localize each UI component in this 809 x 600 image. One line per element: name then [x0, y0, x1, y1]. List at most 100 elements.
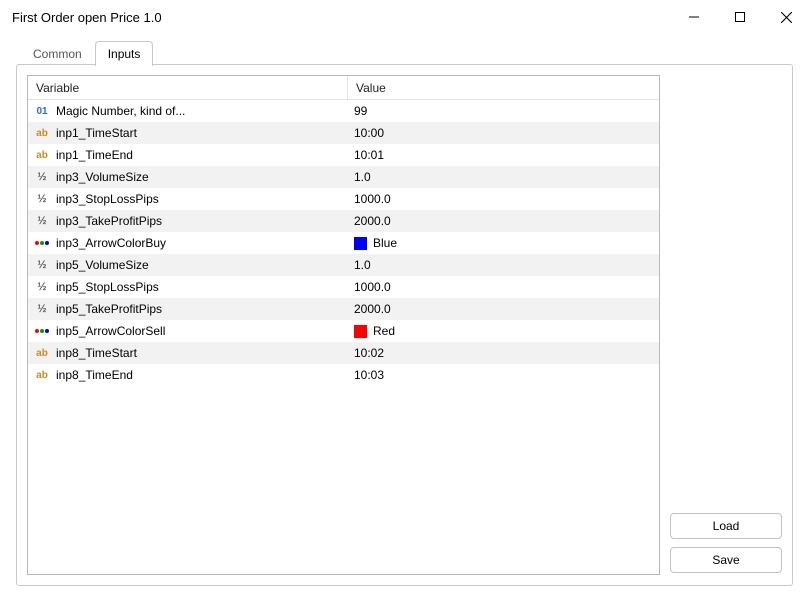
table-row[interactable]: inp5_ArrowColorSell Red: [28, 320, 659, 342]
variable-name: inp3_TakeProfitPips: [56, 214, 162, 228]
value-text: 99: [354, 104, 367, 118]
cell-variable: ab inp8_TimeEnd: [28, 364, 348, 386]
table-row[interactable]: ½ inp3_TakeProfitPips 2000.0: [28, 210, 659, 232]
value-text: 1000.0: [354, 280, 391, 294]
variable-name: inp3_ArrowColorBuy: [56, 236, 166, 250]
cell-value[interactable]: 2000.0: [348, 210, 659, 232]
cell-variable: ½inp3_StopLossPips: [28, 188, 348, 210]
table-row[interactable]: ab inp1_TimeEnd 10:01: [28, 144, 659, 166]
cell-value[interactable]: 1000.0: [348, 276, 659, 298]
variable-name: inp5_ArrowColorSell: [56, 324, 165, 338]
cell-value[interactable]: 1000.0: [348, 188, 659, 210]
type-double-icon: ½: [34, 302, 50, 316]
type-color-icon: [34, 236, 50, 250]
cell-variable: ½ inp5_VolumeSize: [28, 254, 348, 276]
client-area: Common Inputs Variable Value 01 Magic Num…: [0, 34, 809, 600]
color-swatch: [354, 237, 367, 250]
type-string-icon: ab: [34, 148, 50, 162]
table-header: Variable Value: [28, 76, 659, 100]
cell-value[interactable]: 1.0: [348, 166, 659, 188]
cell-value[interactable]: Blue: [348, 232, 659, 254]
variable-name: Magic Number, kind of...: [56, 104, 185, 118]
value-text: 10:03: [354, 368, 384, 382]
cell-value[interactable]: 10:01: [348, 144, 659, 166]
cell-value[interactable]: 10:02: [348, 342, 659, 364]
window: First Order open Price 1.0 Common Inputs…: [0, 0, 809, 600]
table-row[interactable]: 01 Magic Number, kind of... 99: [28, 100, 659, 122]
cell-value[interactable]: Red: [348, 320, 659, 342]
variable-name: inp5_TakeProfitPips: [56, 302, 162, 316]
cell-value[interactable]: 2000.0: [348, 298, 659, 320]
table-row[interactable]: ab inp8_TimeEnd 10:03: [28, 364, 659, 386]
close-button[interactable]: [763, 0, 809, 34]
value-text: 10:00: [354, 126, 384, 140]
variable-name: inp5_VolumeSize: [56, 258, 149, 272]
cell-variable: ab inp1_TimeStart: [28, 122, 348, 144]
titlebar: First Order open Price 1.0: [0, 0, 809, 34]
cell-variable: ½ inp5_TakeProfitPips: [28, 298, 348, 320]
variable-name: inp3_VolumeSize: [56, 170, 149, 184]
save-button[interactable]: Save: [670, 547, 782, 573]
table-row[interactable]: ½ inp5_VolumeSize 1.0: [28, 254, 659, 276]
table-row[interactable]: ½ inp5_TakeProfitPips 2000.0: [28, 298, 659, 320]
cell-variable: ½ inp3_VolumeSize: [28, 166, 348, 188]
value-text: 1000.0: [354, 192, 391, 206]
cell-value[interactable]: 10:03: [348, 364, 659, 386]
variable-name: inp8_TimeEnd: [56, 368, 133, 382]
table-row[interactable]: ½ inp3_VolumeSize 1.0: [28, 166, 659, 188]
inputs-table: Variable Value 01 Magic Number, kind of..…: [27, 75, 660, 575]
column-header-value[interactable]: Value: [348, 76, 659, 100]
tab-common[interactable]: Common: [20, 41, 95, 66]
type-color-icon: [34, 324, 50, 338]
type-double-icon: ½: [34, 280, 50, 294]
cell-value[interactable]: 1.0: [348, 254, 659, 276]
cell-variable: ½ inp5_StopLossPips: [28, 276, 348, 298]
cell-variable: ab inp8_TimeStart: [28, 342, 348, 364]
tab-page-inputs: Variable Value 01 Magic Number, kind of..…: [16, 64, 793, 586]
value-text: 10:01: [354, 148, 384, 162]
color-swatch: [354, 325, 367, 338]
type-double-icon: ½: [34, 258, 50, 272]
table-row[interactable]: ½ inp5_StopLossPips 1000.0: [28, 276, 659, 298]
table-row[interactable]: ab inp8_TimeStart 10:02: [28, 342, 659, 364]
type-int-icon: 01: [34, 104, 50, 118]
side-buttons: Load Save: [670, 75, 782, 575]
type-string-icon: ab: [34, 346, 50, 360]
type-double-icon: ½: [34, 170, 50, 184]
window-title: First Order open Price 1.0: [12, 10, 162, 25]
table-row[interactable]: inp3_ArrowColorBuy Blue: [28, 232, 659, 254]
variable-name: inp1_TimeStart: [56, 126, 137, 140]
cell-variable: inp3_ArrowColorBuy: [28, 232, 348, 254]
tab-strip: Common Inputs: [16, 40, 793, 65]
type-string-icon: ab: [34, 368, 50, 382]
value-text: Blue: [373, 236, 397, 250]
cell-value[interactable]: 10:00: [348, 122, 659, 144]
close-icon: [781, 12, 792, 23]
maximize-button[interactable]: [717, 0, 763, 34]
table-body: 01 Magic Number, kind of... 99 ab inp1_TimeS…: [28, 100, 659, 574]
minimize-button[interactable]: [671, 0, 717, 34]
cell-value[interactable]: 99: [348, 100, 659, 122]
load-button[interactable]: Load: [670, 513, 782, 539]
value-text: Red: [373, 324, 395, 338]
value-text: 10:02: [354, 346, 384, 360]
table-row[interactable]: ½inp3_StopLossPips 1000.0: [28, 188, 659, 210]
value-text: 1.0: [354, 170, 371, 184]
column-header-variable[interactable]: Variable: [28, 76, 348, 100]
variable-name: inp5_StopLossPips: [56, 280, 159, 294]
tab-inputs[interactable]: Inputs: [95, 41, 154, 66]
content-row: Variable Value 01 Magic Number, kind of..…: [27, 75, 782, 575]
cell-variable: ½ inp3_TakeProfitPips: [28, 210, 348, 232]
value-text: 1.0: [354, 258, 371, 272]
type-double-icon: ½: [34, 192, 50, 206]
variable-name: inp8_TimeStart: [56, 346, 137, 360]
table-row[interactable]: ab inp1_TimeStart 10:00: [28, 122, 659, 144]
maximize-icon: [735, 12, 745, 22]
type-double-icon: ½: [34, 214, 50, 228]
cell-variable: ab inp1_TimeEnd: [28, 144, 348, 166]
value-text: 2000.0: [354, 214, 391, 228]
type-string-icon: ab: [34, 126, 50, 140]
value-text: 2000.0: [354, 302, 391, 316]
variable-name: inp1_TimeEnd: [56, 148, 133, 162]
cell-variable: 01 Magic Number, kind of...: [28, 100, 348, 122]
